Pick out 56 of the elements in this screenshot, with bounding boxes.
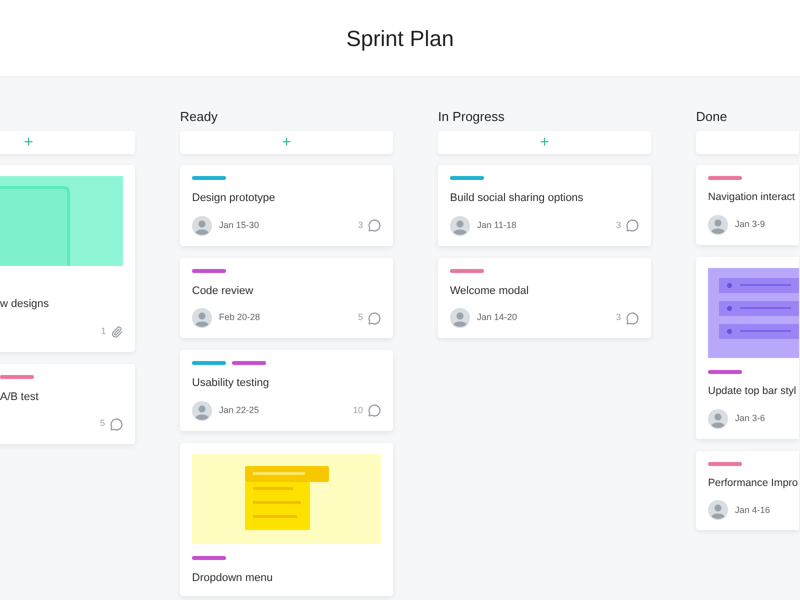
date-range: Jan 14-20 — [477, 311, 518, 324]
date-range: Jan 22-25 — [219, 404, 260, 417]
avatar — [450, 308, 470, 328]
count: 3 — [616, 218, 621, 232]
task-card[interactable]: Navigation interact Jan 3-9 — [696, 165, 799, 245]
date-range: Jan 15-30 — [219, 218, 260, 232]
count: 5 — [358, 311, 363, 324]
date-range: Feb 20-28 — [219, 311, 260, 324]
avatar — [192, 308, 212, 328]
task-card[interactable]: Code review Feb 20-28 5 — [180, 258, 393, 338]
card-title: Update top bar styl — [708, 384, 798, 399]
date-range: Jan 3-9 — [735, 218, 766, 231]
task-card[interactable]: Usability testing Jan 22-25 10 — [180, 350, 393, 430]
avatar — [192, 400, 212, 420]
task-card[interactable]: Performance Impro Jan 4-16 — [696, 450, 799, 530]
avatar — [708, 500, 728, 520]
task-card[interactable]: Welcome modal Jan 14-20 3 — [438, 258, 651, 338]
column-title: Done — [696, 108, 728, 126]
card-title: Welcome modal — [450, 284, 530, 298]
task-card[interactable]: Update top bar styl Jan 3-6 — [696, 256, 799, 438]
card-title: Performance Impro — [708, 476, 799, 490]
comment-icon — [110, 418, 123, 430]
task-card[interactable]: Dropdown menu — [180, 442, 393, 596]
comment-icon — [368, 404, 381, 417]
card-title: Usability testing — [192, 376, 270, 391]
column-title: In Progress — [438, 108, 504, 126]
comment-icon — [368, 219, 381, 232]
count: 1 — [100, 324, 106, 338]
date-range: Jan 3-6 — [735, 412, 766, 425]
card-title: Dropdown menu — [192, 570, 274, 586]
comment-icon — [626, 219, 639, 232]
card-title: A/B test — [0, 390, 40, 404]
card-title: Code review — [192, 284, 254, 298]
task-card[interactable]: Build social sharing options Jan 11-18 3 — [438, 165, 651, 246]
task-card[interactable]: Design prototype Jan 15-30 3 — [180, 165, 393, 246]
date-range: Jan 4-16 — [735, 504, 770, 516]
task-card[interactable]: w designs 1 — [0, 165, 135, 352]
avatar — [708, 214, 728, 235]
comment-icon — [368, 312, 381, 324]
board-title: Sprint Plan — [346, 24, 454, 53]
card-title: w designs — [0, 297, 50, 312]
count: 5 — [100, 417, 105, 430]
comment-icon — [626, 312, 639, 324]
column-title: Ready — [180, 108, 218, 126]
task-card[interactable]: A/B test 5 — [0, 364, 135, 444]
card-title: Design prototype — [192, 191, 276, 206]
card-title: Navigation interact — [708, 190, 796, 205]
paperclip-icon — [111, 326, 123, 338]
avatar — [450, 216, 470, 236]
date-range: Jan 11-18 — [477, 218, 516, 232]
card-title: Build social sharing options — [450, 191, 584, 206]
avatar — [708, 408, 728, 428]
count: 3 — [616, 311, 621, 324]
count: 3 — [358, 218, 363, 232]
count: 10 — [352, 404, 363, 417]
avatar — [192, 216, 212, 236]
